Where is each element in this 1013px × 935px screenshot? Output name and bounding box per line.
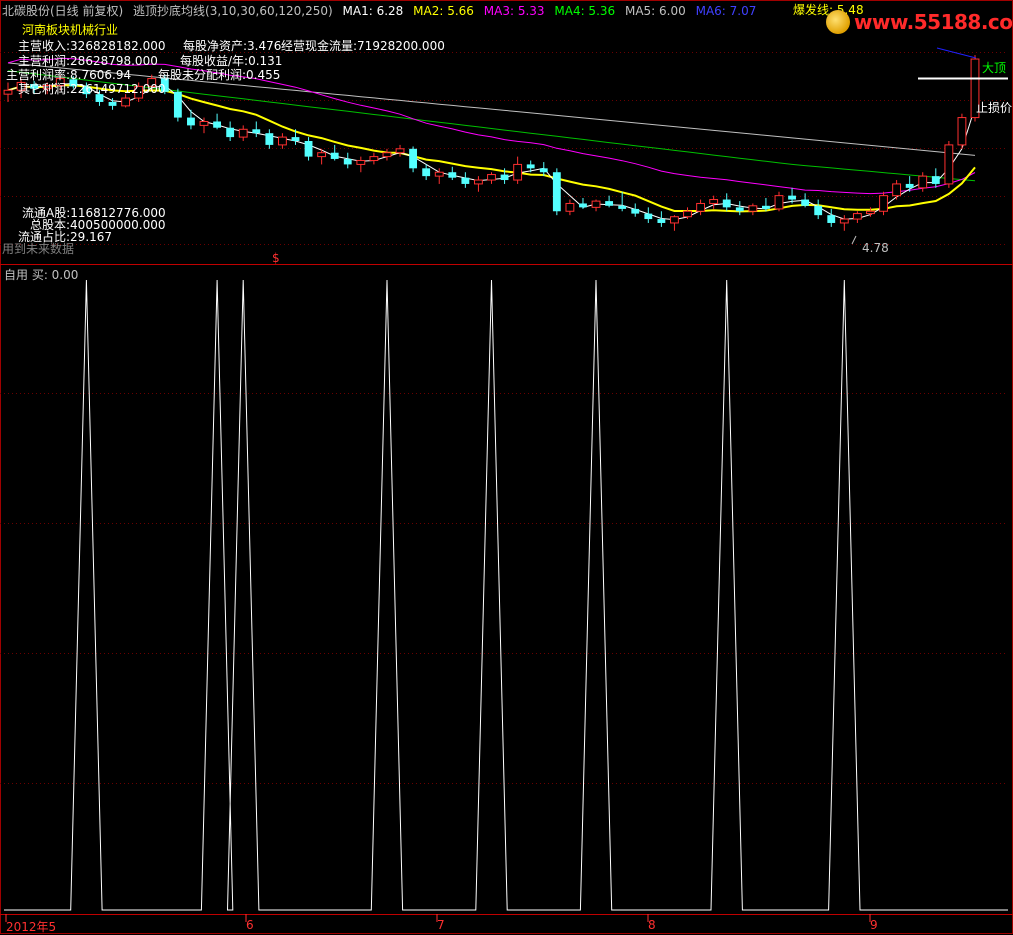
signal-chart (4, 279, 1008, 911)
candle-body (879, 195, 888, 212)
lower-panel-title: 自用 买: 0.00 (4, 268, 79, 282)
candle-body (434, 171, 444, 177)
sector-label: 河南板块机械行业 (22, 23, 119, 37)
big-top-label: 大顶 (982, 61, 1007, 75)
candle-body (657, 219, 666, 223)
low-arrow (851, 235, 857, 245)
candle-body (539, 168, 548, 173)
candle-body (944, 144, 954, 185)
grid (0, 0, 1013, 934)
stop-loss-label: 止损价 (976, 101, 1013, 115)
candle-body (827, 215, 836, 223)
candle-body (304, 141, 313, 157)
candle-body (252, 129, 261, 134)
candle-body (173, 91, 182, 118)
candle-body (905, 183, 914, 188)
candle-body (291, 137, 300, 141)
candle-body (761, 205, 770, 209)
candle-body (552, 172, 561, 212)
candle-body (644, 213, 653, 220)
candle-body (565, 202, 575, 212)
candle-body (238, 128, 248, 138)
undistributed-profit: 每股未分配利润:0.455 (158, 68, 281, 82)
candle-body (709, 199, 719, 204)
candle-body (696, 202, 706, 212)
low-price-label: 4.78 (862, 241, 889, 255)
future-data-warning: 用到未来数据 (2, 242, 75, 256)
xaxis-label-sep: 9 (870, 918, 878, 932)
candle-body (108, 101, 117, 106)
candle-body (788, 195, 796, 200)
ma5-line (7, 62, 976, 156)
eps-year: 每股收益/年:0.131 (180, 54, 283, 68)
candle-body (343, 158, 352, 165)
xaxis-label-jul: 7 (437, 918, 445, 932)
candle-body (226, 127, 235, 138)
candle-body (814, 205, 823, 216)
candle-body (422, 168, 431, 177)
candle-body (356, 160, 366, 165)
main-revenue: 主营收入:326828182.000 (18, 39, 166, 53)
candle-body (722, 199, 731, 208)
candle-body (395, 148, 405, 154)
candle-body (330, 152, 339, 159)
candle-body (683, 210, 692, 218)
xaxis-label-aug: 8 (648, 918, 656, 932)
candle-body (670, 216, 679, 224)
candle-body (526, 164, 535, 169)
candle-body (513, 163, 523, 181)
candle-body (277, 136, 287, 146)
candle-body (618, 205, 627, 209)
signal-line (4, 279, 1008, 911)
candle-body (774, 195, 784, 210)
ma2-line (7, 84, 976, 213)
candle-body (3, 89, 13, 95)
other-profit: 其它利润:226149712.000 (18, 82, 166, 96)
candle-body (748, 205, 758, 212)
xaxis-label-jun: 6 (246, 918, 254, 932)
op-cashflow: 经营现金流量:71928200.000 (281, 39, 445, 53)
candle-body (187, 117, 195, 126)
outer-border (0, 0, 1013, 934)
dollar-marker: $ (272, 251, 280, 265)
candle-body (866, 210, 875, 215)
ma6-line (936, 47, 977, 59)
candle-body (121, 97, 131, 107)
candle-body (579, 203, 587, 208)
candle-body (369, 156, 379, 162)
candle-body (487, 174, 496, 181)
candle-body (735, 207, 744, 212)
candle-body (409, 148, 418, 169)
candle-body (918, 175, 928, 189)
candle-body (605, 201, 614, 206)
main-profit: 主营利润:28628798.000 (18, 54, 158, 68)
main-profit-rate: 主营利润率:8.7606.94 (6, 68, 132, 82)
candle-body (892, 183, 902, 197)
candle-body (317, 152, 327, 158)
ma1-line (7, 82, 976, 221)
candle-body (839, 218, 849, 224)
chart-canvas (0, 0, 1013, 934)
candle-body (448, 172, 457, 178)
candle-body (382, 152, 392, 158)
candle-body (931, 176, 940, 184)
candle-body (631, 208, 640, 214)
candle-body (199, 120, 209, 126)
candle-body (852, 213, 862, 220)
candle-body (265, 133, 274, 145)
candle-body (591, 200, 601, 208)
candle-body (500, 174, 509, 181)
nav-per-share: 每股净资产:3.476 (183, 39, 282, 53)
xaxis-label-may: 2012年5 (6, 920, 57, 934)
candle-body (213, 121, 222, 128)
candle-body (801, 199, 810, 206)
candle-body (474, 179, 483, 185)
candle-body (461, 177, 470, 184)
candle-body (957, 117, 967, 146)
